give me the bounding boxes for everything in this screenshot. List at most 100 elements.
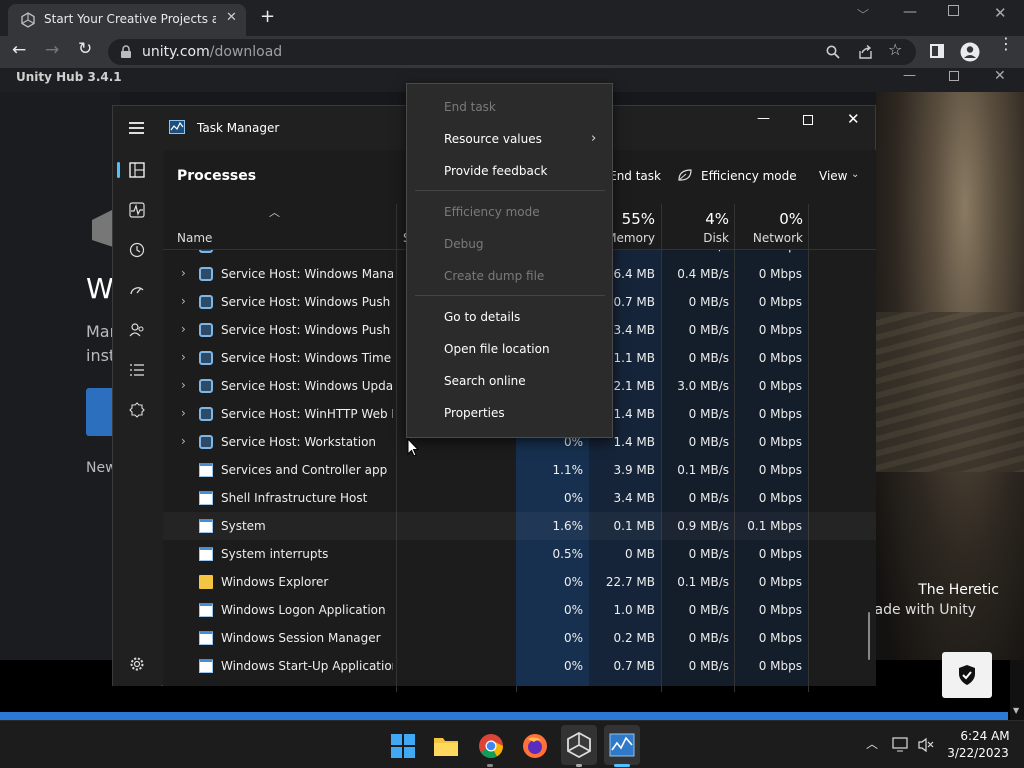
expand-chevron-icon[interactable]: › bbox=[181, 266, 186, 280]
task-manager-taskbar-button[interactable] bbox=[604, 725, 640, 765]
browser-tab[interactable]: Start Your Creative Projects and Downloa… bbox=[8, 4, 246, 36]
settings-gear-icon[interactable] bbox=[129, 656, 145, 672]
tab-close-icon[interactable]: ✕ bbox=[226, 10, 237, 25]
clock-time[interactable]: 6:24 AM bbox=[958, 729, 1012, 743]
details-nav-icon[interactable] bbox=[129, 362, 145, 378]
services-nav-icon[interactable] bbox=[129, 402, 145, 418]
table-row[interactable]: Windows Explorer 0% 22.7 MB 0.1 MB/s 0 Mbps bbox=[163, 568, 876, 596]
app-history-nav-icon[interactable] bbox=[129, 242, 145, 258]
column-name-header[interactable]: Name bbox=[177, 231, 212, 245]
users-nav-icon[interactable] bbox=[129, 322, 145, 338]
menu-item-provide-feedback[interactable]: Provide feedback bbox=[444, 164, 547, 178]
expand-chevron-icon[interactable]: › bbox=[181, 250, 186, 252]
service-gear-icon bbox=[199, 250, 213, 253]
hamburger-menu-icon[interactable] bbox=[129, 122, 145, 134]
security-shield-button[interactable] bbox=[942, 652, 992, 698]
expand-chevron-icon[interactable]: › bbox=[181, 322, 186, 336]
browser-menu-icon[interactable]: ⋮ bbox=[998, 36, 1014, 52]
side-panel-icon[interactable] bbox=[930, 44, 944, 58]
app-window-icon bbox=[199, 463, 213, 477]
browser-restore-button[interactable] bbox=[948, 5, 959, 16]
startup-apps-nav-icon[interactable] bbox=[129, 282, 145, 298]
network-cell: 0 Mbps bbox=[758, 435, 802, 449]
menu-separator bbox=[415, 190, 605, 191]
page-scrollbar[interactable]: ▼ bbox=[1010, 660, 1024, 720]
table-row[interactable]: Services and Controller app 1.1% 3.9 MB 0.1… bbox=[163, 456, 876, 484]
network-cell: 0 Mbps bbox=[735, 250, 802, 253]
unity-hub-taskbar-button[interactable] bbox=[561, 725, 597, 765]
menu-item-debug: Debug bbox=[444, 237, 484, 251]
chrome-icon[interactable] bbox=[478, 733, 504, 759]
tm-maximize-button[interactable] bbox=[803, 115, 813, 125]
firefox-icon[interactable] bbox=[522, 733, 548, 759]
tm-nav-rail bbox=[113, 150, 161, 686]
table-row[interactable]: System 1.6% 0.1 MB 0.9 MB/s 0.1 Mbps bbox=[163, 512, 876, 540]
tray-overflow-chevron-icon[interactable]: ︿ bbox=[866, 735, 878, 752]
table-row[interactable]: Shell Infrastructure Host 0% 3.4 MB 0 MB/s 0… bbox=[163, 484, 876, 512]
back-arrow-icon[interactable]: ← bbox=[12, 40, 26, 60]
performance-nav-icon[interactable] bbox=[129, 202, 145, 218]
file-explorer-icon[interactable] bbox=[433, 733, 459, 759]
new-tab-button[interactable]: + bbox=[260, 6, 275, 27]
network-cell: 0 Mbps bbox=[758, 603, 802, 617]
sort-up-chevron-icon[interactable]: ︿ bbox=[269, 204, 280, 220]
omnibox[interactable]: unity.com/download ☆ bbox=[108, 39, 916, 65]
profile-avatar-icon[interactable] bbox=[960, 42, 980, 62]
browser-close-button[interactable]: ✕ bbox=[994, 4, 1007, 22]
cpu-cell: 0% bbox=[563, 631, 583, 645]
network-cell: 0 Mbps bbox=[758, 407, 802, 421]
list-scrollbar-thumb[interactable] bbox=[868, 612, 870, 660]
view-button[interactable]: View bbox=[819, 169, 847, 183]
menu-item-resource-values[interactable]: Resource values bbox=[444, 132, 542, 146]
mouse-cursor-icon bbox=[407, 438, 419, 457]
tm-minimize-button[interactable]: — bbox=[757, 111, 770, 126]
memory-cell: 0 MB bbox=[624, 547, 655, 561]
expand-chevron-icon[interactable]: › bbox=[181, 350, 186, 364]
volume-muted-tray-icon[interactable] bbox=[918, 737, 934, 753]
disk-cell: 0 MB/s bbox=[688, 603, 729, 617]
hub-heading: W bbox=[86, 272, 114, 305]
menu-item-go-to-details[interactable]: Go to details bbox=[444, 310, 520, 324]
disk-cell: 3.0 MB/s bbox=[677, 379, 729, 393]
column-network-header[interactable]: Network bbox=[737, 231, 803, 245]
forward-arrow-icon[interactable]: → bbox=[45, 40, 59, 60]
hub-minimize-button[interactable]: — bbox=[903, 68, 916, 83]
tab-search-chevron-icon[interactable]: ﹀ bbox=[857, 6, 869, 23]
hero-caption-subtitle: Made with Unity bbox=[876, 602, 976, 618]
table-row[interactable]: Windows Start-Up Application 0% 0.7 MB 0 MB… bbox=[163, 652, 876, 680]
clock-date[interactable]: 3/22/2023 bbox=[944, 746, 1012, 760]
table-row[interactable]: Windows Logon Application 0% 1.0 MB 0 MB/s 0… bbox=[163, 596, 876, 624]
column-disk-header[interactable]: Disk bbox=[663, 231, 729, 245]
unity-running-indicator bbox=[576, 764, 582, 767]
search-icon[interactable] bbox=[826, 45, 840, 59]
service-gear-icon bbox=[199, 267, 213, 281]
hub-maximize-button[interactable] bbox=[949, 71, 959, 81]
processes-nav-icon[interactable] bbox=[129, 162, 145, 178]
bookmark-star-icon[interactable]: ☆ bbox=[888, 40, 902, 59]
menu-item-properties[interactable]: Properties bbox=[444, 406, 505, 420]
table-row[interactable]: Windows Session Manager 0% 0.2 MB 0 MB/s 0 M… bbox=[163, 624, 876, 652]
expand-chevron-icon[interactable]: › bbox=[181, 378, 186, 392]
hub-close-button[interactable]: ✕ bbox=[994, 68, 1006, 84]
browser-minimize-button[interactable]: — bbox=[903, 4, 917, 20]
windows-start-icon[interactable] bbox=[390, 733, 416, 759]
cpu-cell: 0% bbox=[563, 575, 583, 589]
efficiency-mode-button[interactable]: Efficiency mode bbox=[701, 169, 797, 183]
reload-icon[interactable]: ↻ bbox=[78, 39, 92, 59]
network-tray-icon[interactable] bbox=[892, 737, 910, 752]
disk-percent: 4% bbox=[705, 210, 729, 228]
menu-item-search-online[interactable]: Search online bbox=[444, 374, 526, 388]
network-cell: 0 Mbps bbox=[758, 631, 802, 645]
table-row[interactable]: System interrupts 0.5% 0 MB 0 MB/s 0 Mbps bbox=[163, 540, 876, 568]
share-icon[interactable] bbox=[858, 45, 873, 59]
scroll-down-arrow-icon[interactable]: ▼ bbox=[1013, 706, 1019, 715]
menu-separator bbox=[415, 295, 605, 296]
expand-chevron-icon[interactable]: › bbox=[181, 406, 186, 420]
chrome-running-indicator bbox=[487, 764, 493, 767]
end-task-button[interactable]: End task bbox=[611, 169, 661, 183]
tm-close-button[interactable]: ✕ bbox=[847, 110, 860, 128]
menu-item-open-file-location[interactable]: Open file location bbox=[444, 342, 550, 356]
expand-chevron-icon[interactable]: › bbox=[181, 294, 186, 308]
expand-chevron-icon[interactable]: › bbox=[181, 434, 186, 448]
process-name: Service Host: Windows Time bbox=[221, 351, 392, 365]
